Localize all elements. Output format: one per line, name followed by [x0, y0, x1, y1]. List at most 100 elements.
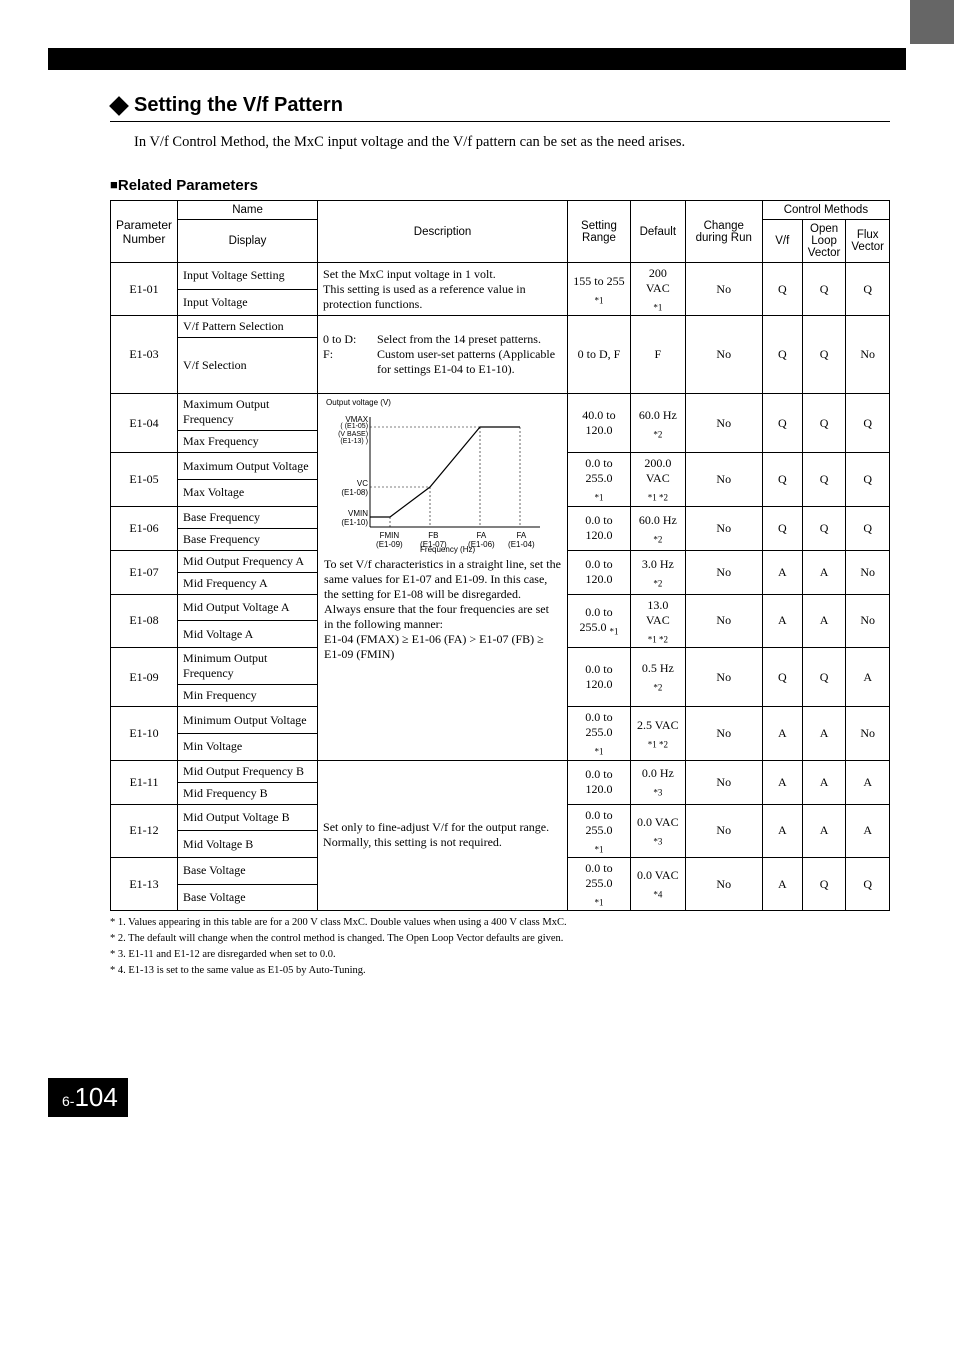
- param-number: E1-06: [111, 506, 178, 550]
- param-change: No: [685, 550, 762, 594]
- header-olv: Open Loop Vector: [802, 220, 846, 263]
- param-default: 60.0 Hz*2: [630, 394, 685, 453]
- param-flux: Q: [846, 453, 890, 506]
- param-olv: A: [802, 550, 846, 594]
- param-default: 0.0 VAC*4: [630, 857, 685, 910]
- param-change: No: [685, 316, 762, 394]
- param-change: No: [685, 453, 762, 506]
- header-description: Description: [318, 201, 568, 263]
- param-change: No: [685, 506, 762, 550]
- param-number: E1-05: [111, 453, 178, 506]
- param-range: 0.0 to 255.0*1: [568, 857, 631, 910]
- param-display: Mid Frequency B: [178, 782, 318, 804]
- param-number: E1-03: [111, 316, 178, 394]
- page-number: 6-104: [48, 1078, 128, 1117]
- chapter-number: 6-: [62, 1093, 74, 1109]
- table-row: E1-01 Input Voltage Setting Set the MxC …: [111, 263, 890, 290]
- diamond-icon: [109, 96, 129, 116]
- param-olv: Q: [802, 263, 846, 316]
- header-change: Change during Run: [685, 201, 762, 263]
- subsection-title-text: Related Parameters: [118, 177, 258, 194]
- header-flux: Flux Vector: [846, 220, 890, 263]
- param-desc: Set the MxC input voltage in 1 volt. Thi…: [318, 263, 568, 316]
- param-olv: A: [802, 804, 846, 857]
- param-change: No: [685, 857, 762, 910]
- param-vf: A: [762, 594, 802, 647]
- param-vf: Q: [762, 648, 802, 707]
- param-flux: A: [846, 804, 890, 857]
- param-default: 0.0 VAC*3: [630, 804, 685, 857]
- param-vf: A: [762, 857, 802, 910]
- header-param-num: Parameter Number: [111, 201, 178, 263]
- param-vf: A: [762, 707, 802, 760]
- header-range: Setting Range: [568, 201, 631, 263]
- param-change: No: [685, 394, 762, 453]
- param-number: E1-07: [111, 550, 178, 594]
- section-title-text: Setting the V/f Pattern: [134, 94, 343, 117]
- param-number: E1-01: [111, 263, 178, 316]
- intro-paragraph: In V/f Control Method, the MxC input vol…: [134, 134, 890, 151]
- param-number: E1-10: [111, 707, 178, 760]
- param-range: 0.0 to 255.0*1: [568, 707, 631, 760]
- param-range: 0 to D, F: [568, 316, 631, 394]
- param-range: 0.0 to 120.0: [568, 648, 631, 707]
- param-number: E1-04: [111, 394, 178, 453]
- param-flux: Q: [846, 263, 890, 316]
- param-vf: Q: [762, 453, 802, 506]
- header-name: Name: [178, 201, 318, 220]
- footnotes: * 1. Values appearing in this table are …: [110, 915, 890, 978]
- param-display: Mid Voltage A: [178, 621, 318, 648]
- param-default: 3.0 Hz*2: [630, 550, 685, 594]
- param-vf: Q: [762, 506, 802, 550]
- page-content: Setting the V/f Pattern In V/f Control M…: [0, 70, 954, 1018]
- param-display: Base Frequency: [178, 528, 318, 550]
- section-title: Setting the V/f Pattern: [110, 94, 890, 122]
- param-name: V/f Pattern Selection: [178, 316, 318, 338]
- param-flux: No: [846, 707, 890, 760]
- param-default: F: [630, 316, 685, 394]
- param-olv: Q: [802, 316, 846, 394]
- param-default: 13.0 VAC*1 *2: [630, 594, 685, 647]
- param-number: E1-12: [111, 804, 178, 857]
- param-name: Mid Output Frequency B: [178, 760, 318, 782]
- vf-graph: Output voltage (V): [318, 394, 567, 553]
- param-flux: No: [846, 316, 890, 394]
- param-display: Mid Frequency A: [178, 572, 318, 594]
- header-default: Default: [630, 201, 685, 263]
- page-number-value: 104: [74, 1082, 117, 1113]
- param-name: Mid Output Voltage A: [178, 594, 318, 621]
- param-olv: A: [802, 760, 846, 804]
- header-display: Display: [178, 220, 318, 263]
- param-vf: A: [762, 804, 802, 857]
- param-range: 0.0 to 120.0: [568, 760, 631, 804]
- param-vf: Q: [762, 263, 802, 316]
- param-name: Minimum Output Voltage: [178, 707, 318, 734]
- param-olv: Q: [802, 857, 846, 910]
- param-name: Base Voltage: [178, 857, 318, 884]
- param-vf: A: [762, 760, 802, 804]
- param-name: Input Voltage Setting: [178, 263, 318, 290]
- param-olv: Q: [802, 394, 846, 453]
- param-desc: Set only to fine-adjust V/f for the outp…: [318, 760, 568, 911]
- param-desc: 0 to D:Select from the 14 preset pattern…: [318, 316, 568, 394]
- footnote: * 1. Values appearing in this table are …: [110, 915, 890, 931]
- param-olv: Q: [802, 648, 846, 707]
- param-display: Input Voltage: [178, 289, 318, 316]
- param-olv: Q: [802, 453, 846, 506]
- table-row: E1-11 Mid Output Frequency B Set only to…: [111, 760, 890, 782]
- param-flux: Q: [846, 857, 890, 910]
- header-vf: V/f: [762, 220, 802, 263]
- param-name: Minimum Output Frequency: [178, 648, 318, 685]
- param-change: No: [685, 594, 762, 647]
- param-olv: A: [802, 707, 846, 760]
- param-number: E1-08: [111, 594, 178, 647]
- param-default: 200.0 VAC*1 *2: [630, 453, 685, 506]
- param-flux: No: [846, 550, 890, 594]
- param-name: Maximum Output Frequency: [178, 394, 318, 431]
- param-default: 60.0 Hz*2: [630, 506, 685, 550]
- param-olv: Q: [802, 506, 846, 550]
- param-range: 0.0 to 120.0: [568, 506, 631, 550]
- header-control-methods: Control Methods: [762, 201, 889, 220]
- footnote: * 2. The default will change when the co…: [110, 931, 890, 947]
- param-change: No: [685, 263, 762, 316]
